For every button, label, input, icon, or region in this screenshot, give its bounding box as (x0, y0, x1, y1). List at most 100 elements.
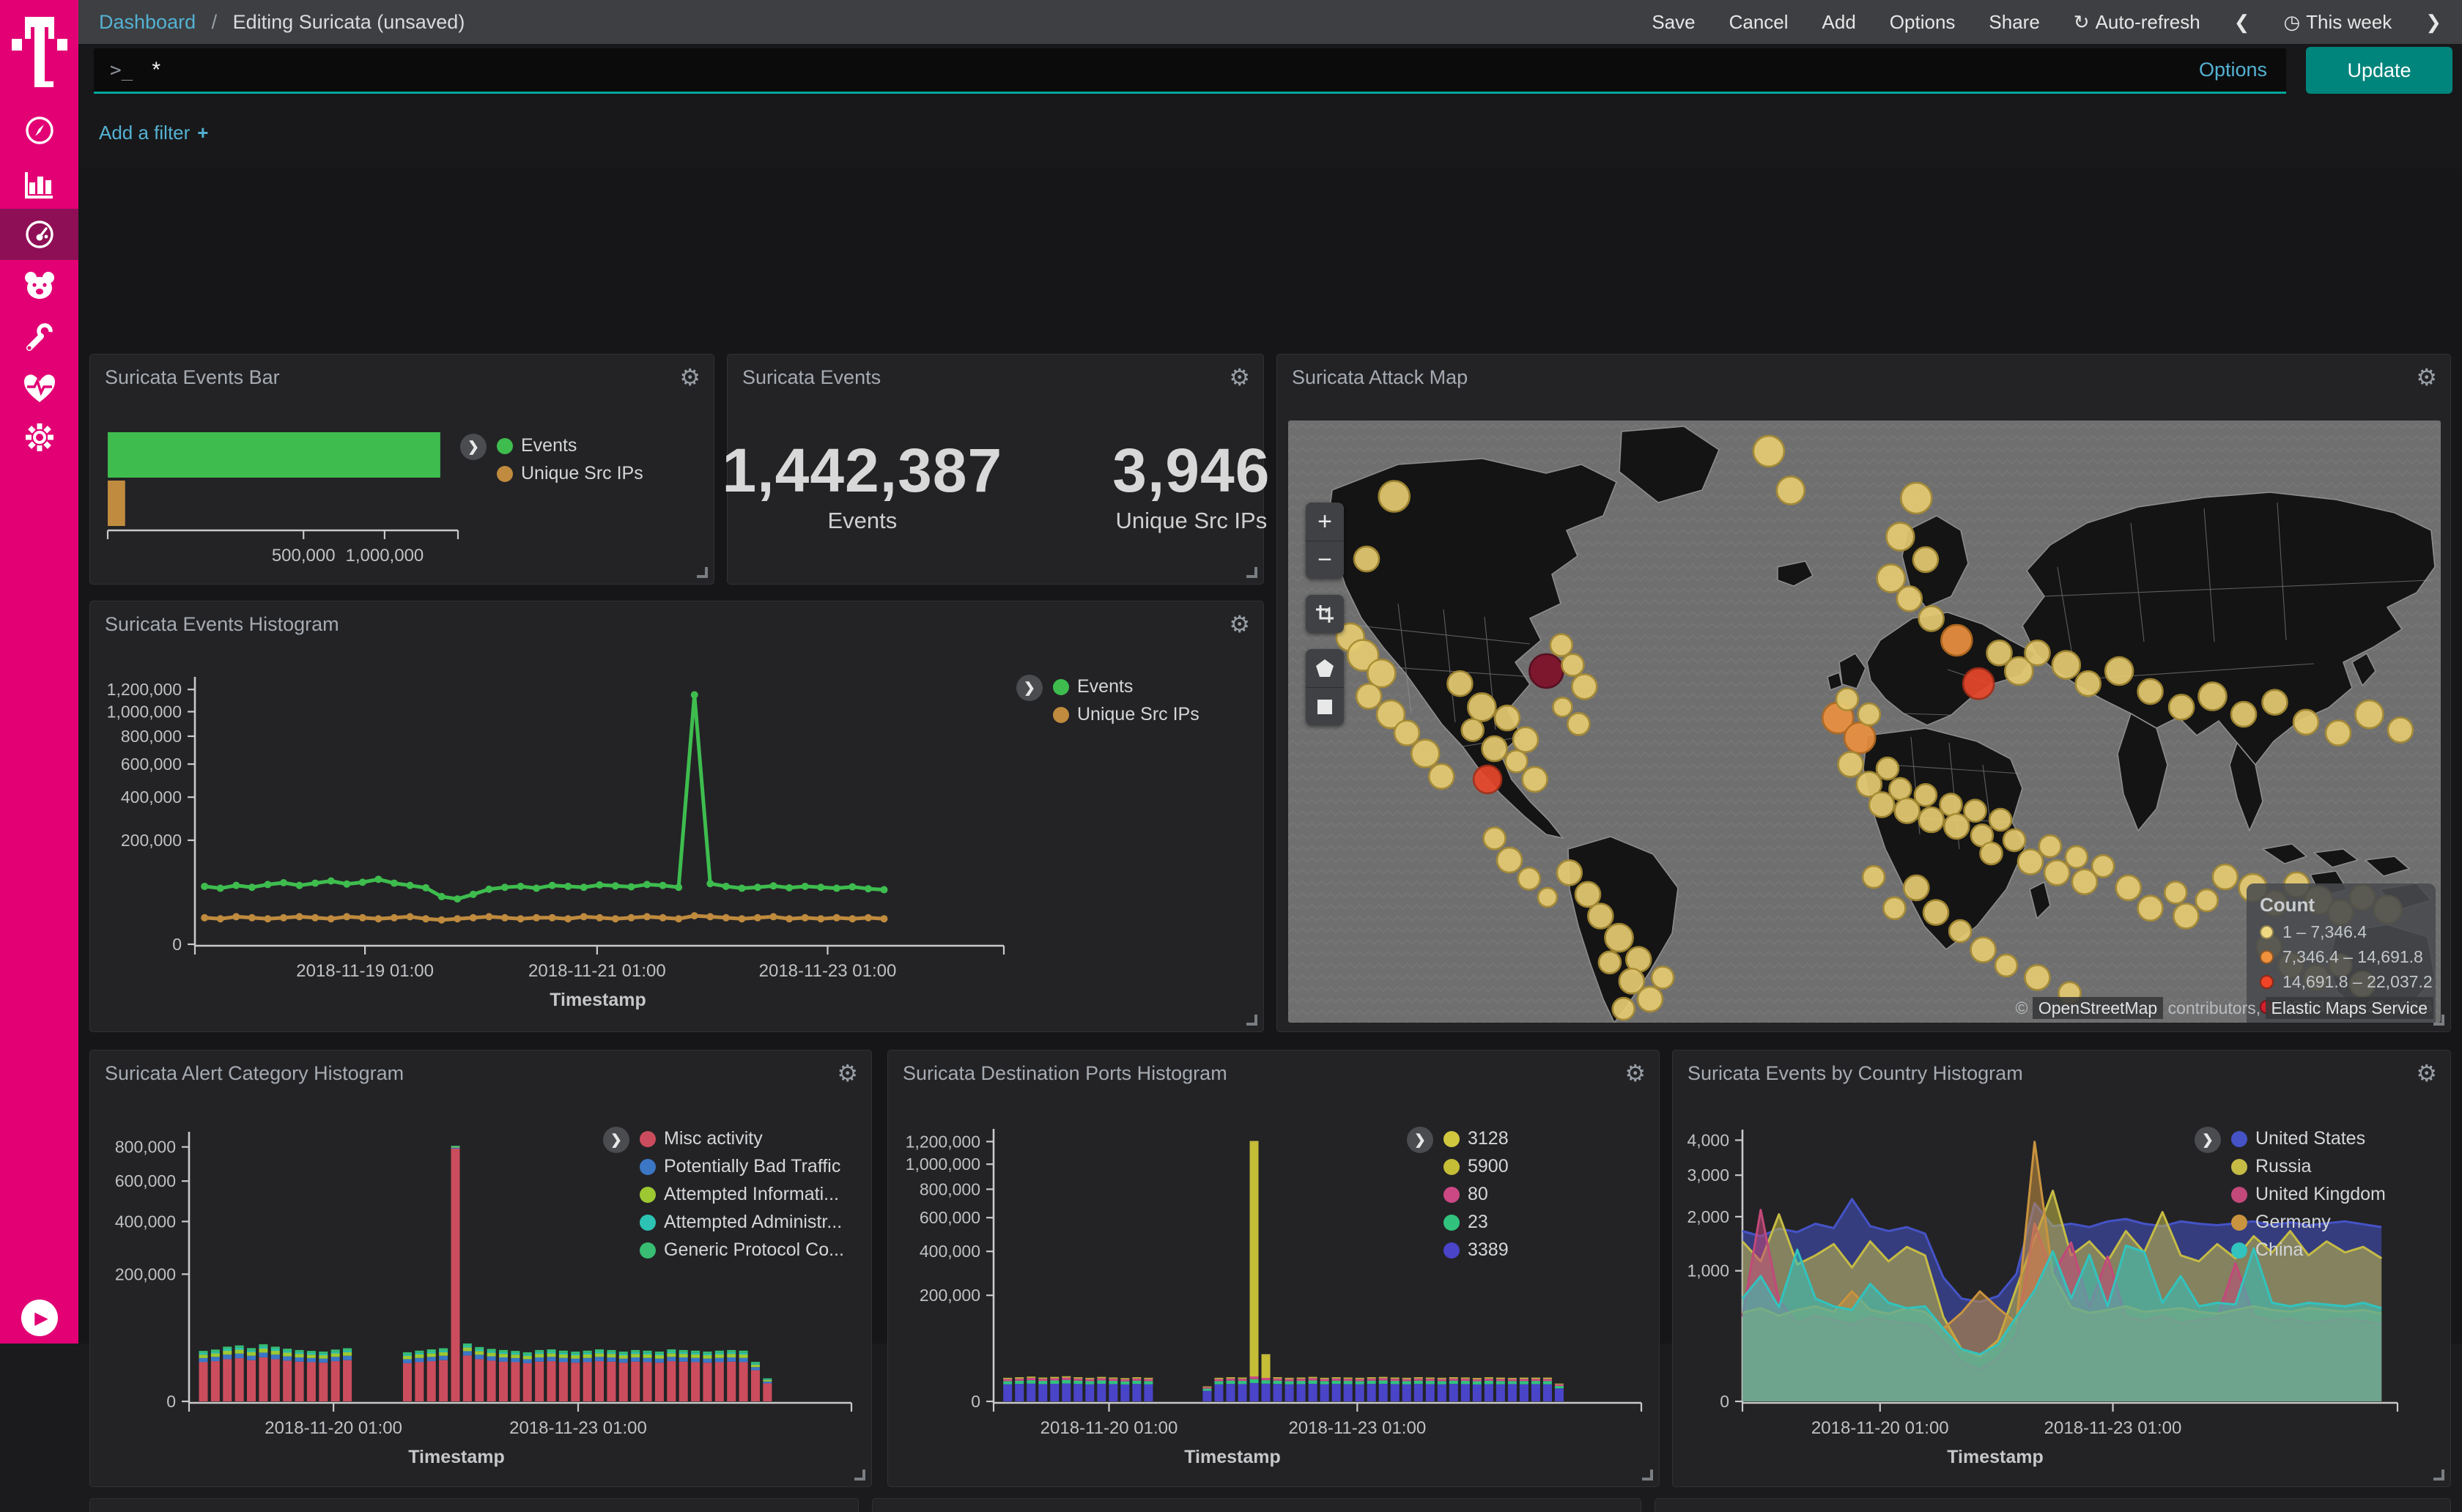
panel-title: Suricata Events (742, 366, 881, 389)
svg-text:2018-11-20 01:00: 2018-11-20 01:00 (1811, 1418, 1949, 1438)
query-value[interactable]: * (152, 58, 2199, 83)
legend-label: Attempted Informati... (664, 1184, 839, 1205)
sidebar-item-visualize[interactable] (0, 160, 78, 211)
sidebar-collapse-button[interactable]: ▶ (21, 1300, 58, 1336)
svg-text:4,000: 4,000 (1687, 1130, 1729, 1149)
cancel-button[interactable]: Cancel (1729, 11, 1789, 34)
legend-color-dot (1443, 1242, 1460, 1259)
rectangle-icon (1316, 698, 1334, 716)
svg-text:800,000: 800,000 (115, 1138, 176, 1157)
legend-item[interactable]: Unique Src IPs (497, 463, 643, 484)
resize-handle-icon[interactable] (1642, 1470, 1653, 1480)
compass-icon (24, 115, 55, 146)
attack-map[interactable]: + − (1288, 420, 2441, 1023)
map-draw-rectangle-button[interactable] (1306, 687, 1344, 725)
legend-item[interactable]: Events (1053, 676, 1199, 697)
panel-gear-icon[interactable]: ⚙ (1229, 610, 1250, 638)
legend-label: Unique Src IPs (521, 463, 643, 484)
resize-handle-icon[interactable] (2433, 1470, 2444, 1480)
legend-item[interactable]: Events (497, 435, 643, 456)
legend-item[interactable]: Germany (2231, 1212, 2386, 1233)
legend-color-dot (1443, 1131, 1460, 1147)
legend-item[interactable]: 5900 (1443, 1156, 1509, 1177)
legend-toggle-icon[interactable]: ❯ (2195, 1127, 2221, 1153)
add-filter-link[interactable]: Add a filter+ (99, 122, 208, 144)
legend-item[interactable]: Russia (2231, 1156, 2386, 1177)
breadcrumb-dashboard-link[interactable]: Dashboard (99, 11, 196, 33)
count-legend-item: 29,382.6 – 36,728 (2260, 1022, 2422, 1023)
svg-text:1,000,000: 1,000,000 (346, 546, 424, 566)
legend-item[interactable]: Misc activity (640, 1128, 844, 1149)
panel-suricata-destination-ports: Suricata Destination Ports Histogram ⚙ 1… (887, 1050, 1660, 1487)
time-next-button[interactable]: ❯ (2425, 11, 2441, 34)
destination-ports-chart[interactable]: 1,200,0001,000,000800,000600,000400,0002… (888, 1080, 1660, 1486)
metric-label: Unique Src IPs (1112, 508, 1270, 534)
legend-item[interactable]: 23 (1443, 1212, 1509, 1233)
options-button[interactable]: Options (1890, 11, 1956, 34)
legend-item[interactable]: 80 (1443, 1184, 1509, 1205)
metric-events: 1,442,387 Events (722, 435, 1003, 534)
legend-item[interactable]: Attempted Administr... (640, 1212, 844, 1233)
sidebar-item-dashboard[interactable] (0, 209, 78, 260)
map-fit-bounds-button[interactable] (1306, 595, 1344, 633)
legend-item[interactable]: Generic Protocol Co... (640, 1239, 844, 1261)
add-button[interactable]: Add (1822, 11, 1856, 34)
events-bar-chart[interactable]: 500,0001,000,000 (90, 399, 715, 582)
events-histogram-legend: ❯ Events Unique Src IPs (1016, 675, 1199, 725)
query-input[interactable]: >_ * Options (94, 48, 2286, 94)
legend-item[interactable]: 3389 (1443, 1239, 1509, 1261)
sidebar-item-discover[interactable] (0, 105, 78, 156)
main-area: Dashboard / Editing Suricata (unsaved) S… (78, 0, 2462, 1344)
svg-text:Timestamp: Timestamp (1184, 1447, 1281, 1467)
share-button[interactable]: Share (1989, 11, 2039, 34)
breadcrumb-current: Editing Suricata (unsaved) (233, 11, 465, 33)
polygon-icon (1315, 659, 1334, 678)
legend-item[interactable]: China (2231, 1239, 2386, 1261)
legend-toggle-icon[interactable]: ❯ (1016, 675, 1043, 701)
save-button[interactable]: Save (1652, 11, 1695, 34)
sidebar-item-hunt[interactable] (0, 261, 78, 312)
svg-text:600,000: 600,000 (115, 1171, 176, 1190)
panel-suricata-events-histogram: Suricata Events Histogram ⚙ 1,200,0001,0… (89, 601, 1264, 1032)
update-button[interactable]: Update (2306, 47, 2452, 94)
resize-handle-icon[interactable] (697, 567, 708, 578)
svg-text:1,200,000: 1,200,000 (107, 680, 182, 699)
legend-toggle-icon[interactable]: ❯ (1407, 1127, 1433, 1153)
legend-item[interactable]: Attempted Informati... (640, 1184, 844, 1205)
sidebar-item-management[interactable] (0, 412, 78, 463)
svg-text:3,000: 3,000 (1687, 1166, 1729, 1185)
legend-item[interactable]: Potentially Bad Traffic (640, 1156, 844, 1177)
sidebar-item-monitoring[interactable] (0, 363, 78, 414)
legend-color-dot (1443, 1187, 1460, 1203)
query-options-link[interactable]: Options (2199, 59, 2267, 81)
legend-color-dot (640, 1159, 656, 1175)
panel-gear-icon[interactable]: ⚙ (1229, 363, 1250, 391)
map-draw-polygon-button[interactable] (1306, 649, 1344, 687)
legend-color-dot (1053, 707, 1069, 723)
time-prev-button[interactable]: ❮ (2234, 11, 2250, 34)
panel-title: Suricata Events Bar (105, 366, 280, 389)
resize-handle-icon[interactable] (1246, 1015, 1257, 1026)
legend-toggle-icon[interactable]: ❯ (460, 434, 487, 460)
auto-refresh-button[interactable]: ↻Auto-refresh (2074, 11, 2200, 34)
osm-link[interactable]: OpenStreetMap (2033, 997, 2163, 1019)
panel-gear-icon[interactable]: ⚙ (679, 363, 700, 391)
legend-label: Events (521, 435, 577, 456)
count-range-label: 14,691.8 – 22,037.2 (2282, 972, 2433, 992)
legend-item[interactable]: United States (2231, 1128, 2386, 1149)
t-mobile-logo[interactable] (0, 7, 78, 95)
sidebar-item-dev-tools[interactable] (0, 312, 78, 363)
ems-link[interactable]: Elastic Maps Service (2266, 997, 2433, 1019)
map-zoom-in-button[interactable]: + (1306, 503, 1344, 541)
resize-handle-icon[interactable] (1246, 567, 1257, 578)
heartbeat-icon (23, 373, 56, 404)
panel-gear-icon[interactable]: ⚙ (2416, 363, 2437, 391)
map-zoom-out-button[interactable]: − (1306, 541, 1344, 579)
legend-item[interactable]: United Kingdom (2231, 1184, 2386, 1205)
legend-item[interactable]: 3128 (1443, 1128, 1509, 1149)
legend-item[interactable]: Unique Src IPs (1053, 704, 1199, 725)
legend-toggle-icon[interactable]: ❯ (603, 1127, 629, 1153)
time-range-button[interactable]: ◷This week (2283, 11, 2392, 34)
resize-handle-icon[interactable] (854, 1470, 865, 1480)
map-controls: + − (1306, 503, 1344, 725)
